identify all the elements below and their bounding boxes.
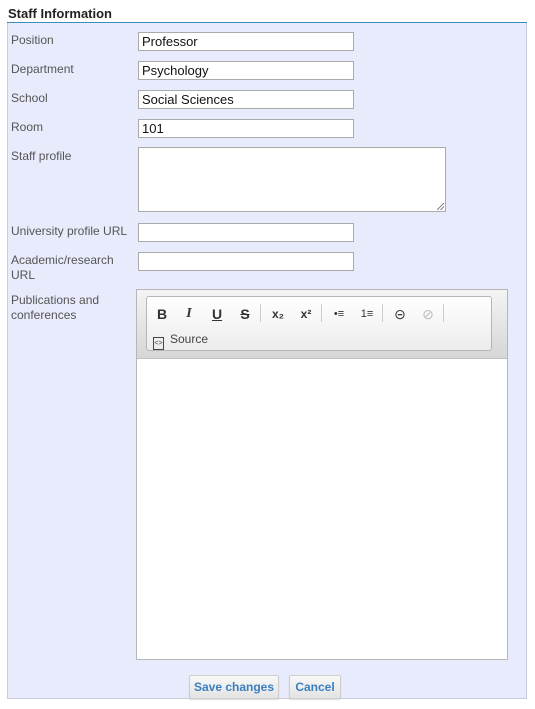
- underline-button[interactable]: U: [206, 304, 228, 324]
- position-input[interactable]: [138, 32, 354, 51]
- university-url-label: University profile URL: [11, 224, 128, 238]
- unlink-button[interactable]: ⊘: [417, 304, 439, 324]
- bold-button[interactable]: B: [151, 304, 173, 324]
- superscript-button[interactable]: x²: [295, 304, 317, 324]
- cancel-button[interactable]: Cancel: [289, 675, 341, 699]
- editor-toolbar: B I U S x₂ x² •≡ 1≡ ⊝ ⊘ <> Source: [146, 296, 492, 351]
- academic-url-label-line1: Academic/research: [11, 253, 114, 267]
- source-icon: <>: [153, 337, 164, 350]
- bulleted-list-button[interactable]: •≡: [328, 304, 350, 324]
- editor-content-area[interactable]: [137, 359, 507, 659]
- publications-label: Publications and conferences: [11, 293, 99, 323]
- italic-button[interactable]: I: [178, 304, 200, 324]
- position-label: Position: [11, 33, 54, 47]
- resize-handle-icon[interactable]: [437, 203, 444, 210]
- academic-url-label: Academic/research URL: [11, 253, 114, 283]
- school-label: School: [11, 91, 48, 105]
- publications-label-line1: Publications and: [11, 293, 100, 307]
- toolbar-separator: [382, 304, 383, 322]
- room-label: Room: [11, 120, 44, 134]
- university-url-input[interactable]: [138, 223, 354, 242]
- academic-url-label-line2: URL: [11, 268, 36, 282]
- staff-profile-textarea[interactable]: [138, 147, 446, 212]
- staff-profile-label: Staff profile: [11, 149, 72, 163]
- link-button[interactable]: ⊝: [389, 304, 411, 324]
- editor-toolbar-area: B I U S x₂ x² •≡ 1≡ ⊝ ⊘ <> Source: [137, 290, 507, 359]
- department-label: Department: [11, 62, 74, 76]
- source-label: Source: [170, 332, 209, 346]
- toolbar-separator: [321, 304, 322, 322]
- publications-rich-editor: B I U S x₂ x² •≡ 1≡ ⊝ ⊘ <> Source: [136, 289, 508, 660]
- toolbar-separator: [260, 304, 261, 322]
- strikethrough-button[interactable]: S: [234, 304, 256, 324]
- room-input[interactable]: [138, 119, 354, 138]
- academic-url-input[interactable]: [138, 252, 354, 271]
- toolbar-separator: [443, 304, 444, 322]
- numbered-list-button[interactable]: 1≡: [356, 304, 378, 324]
- source-button[interactable]: <> Source: [153, 330, 209, 350]
- subscript-button[interactable]: x₂: [267, 304, 289, 324]
- department-input[interactable]: [138, 61, 354, 80]
- save-changes-button[interactable]: Save changes: [189, 675, 279, 699]
- school-input[interactable]: [138, 90, 354, 109]
- publications-label-line2: conferences: [11, 308, 77, 322]
- section-title: Staff Information: [8, 6, 112, 21]
